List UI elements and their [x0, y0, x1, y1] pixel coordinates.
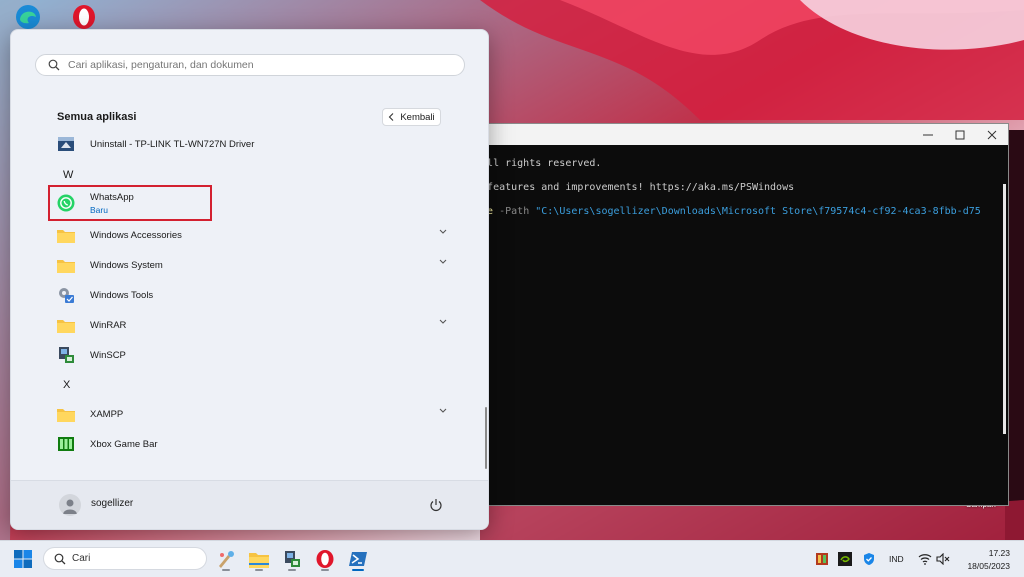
app-item-windows-system[interactable]: Windows System	[51, 252, 461, 278]
active-indicator	[352, 569, 364, 571]
minimize-button[interactable]	[912, 124, 944, 145]
taskbar-app-paint[interactable]	[213, 546, 239, 572]
all-apps-title: Semua aplikasi	[57, 111, 137, 123]
app-label: Windows Accessories	[90, 229, 182, 241]
volume-muted-icon	[936, 553, 950, 565]
taskbar-app-winscp[interactable]	[279, 546, 305, 572]
windows-tools-icon	[57, 286, 75, 304]
taskbar-app-powershell[interactable]	[345, 546, 371, 572]
app-label: Windows System	[90, 259, 163, 271]
paint-brush-icon	[219, 551, 234, 568]
xbox-game-bar-icon	[57, 435, 75, 453]
terminal-command-line: kage -Path "C:\Users\sogellizer\Download…	[469, 206, 981, 217]
tray-app-icon[interactable]	[815, 552, 829, 566]
chevron-down-icon[interactable]	[439, 229, 447, 235]
start-menu-scrollbar[interactable]	[485, 407, 487, 469]
app-item-xbox-game-bar[interactable]: Xbox Game Bar	[51, 431, 461, 457]
avatar[interactable]	[59, 494, 81, 516]
app-label: Windows Tools	[90, 289, 154, 301]
user-name[interactable]: sogellizer	[91, 498, 133, 509]
app-label: XAMPP	[90, 408, 124, 420]
chevron-down-icon[interactable]	[439, 319, 447, 325]
search-icon	[48, 59, 60, 71]
running-indicator	[255, 569, 263, 571]
edge-desktop-icon[interactable]	[15, 4, 41, 30]
power-icon	[430, 499, 442, 512]
start-search-input[interactable]: Cari aplikasi, pengaturan, dan dokumen	[35, 54, 465, 76]
running-indicator	[288, 569, 296, 571]
app-item-windows-accessories[interactable]: Windows Accessories	[51, 222, 461, 248]
back-button[interactable]: Kembali	[382, 108, 441, 126]
terminal-path-string: "C:\Users\sogellizer\Downloads\Microsoft…	[535, 206, 981, 217]
start-menu-footer: sogellizer	[11, 480, 488, 529]
opera-desktop-icon[interactable]	[71, 4, 97, 30]
tray-volume-muted[interactable]	[936, 552, 950, 566]
taskbar-app-opera[interactable]	[312, 546, 338, 572]
folder-icon	[57, 405, 75, 423]
back-button-label: Kembali	[400, 111, 435, 123]
chevron-left-icon	[389, 113, 394, 121]
windows-logo-icon	[14, 550, 32, 568]
highlight-box	[48, 185, 212, 221]
close-icon	[987, 130, 997, 139]
app-label: Uninstall - TP-LINK TL-WN727N Driver	[90, 138, 255, 150]
app-item-xampp[interactable]: XAMPP	[51, 401, 461, 427]
close-button[interactable]	[976, 124, 1008, 145]
search-icon	[54, 553, 66, 564]
app-item-winrar[interactable]: WinRAR	[51, 312, 461, 338]
folder-icon	[57, 226, 75, 244]
terminal-output[interactable]: . All rights reserved. ew features and i…	[469, 146, 996, 505]
search-placeholder: Cari aplikasi, pengaturan, dan dokumen	[68, 59, 254, 71]
letter-header-w[interactable]: W	[63, 169, 73, 181]
start-button[interactable]	[10, 546, 36, 572]
taskbar-search-label: Cari	[72, 553, 91, 564]
winscp-icon	[285, 551, 300, 567]
shield-icon	[864, 553, 874, 565]
app-label: WinRAR	[90, 319, 127, 331]
app-label: Xbox Game Bar	[90, 438, 158, 450]
app-item-uninstall-tplink[interactable]: Uninstall - TP-LINK TL-WN727N Driver	[51, 131, 461, 157]
maximize-icon	[955, 130, 965, 139]
minimize-icon	[923, 134, 933, 135]
taskbar: Cari IND 17.23 18/05/2023	[0, 540, 1024, 577]
tray-security[interactable]	[862, 552, 876, 566]
power-button[interactable]	[427, 496, 445, 514]
terminal-parameter: -Path	[493, 206, 536, 217]
opera-icon	[316, 550, 334, 568]
folder-icon	[57, 316, 75, 334]
tray-nvidia[interactable]	[838, 552, 852, 566]
clock-time[interactable]: 17.23	[989, 548, 1010, 558]
winscp-icon	[57, 346, 75, 364]
installer-icon	[57, 135, 75, 153]
chevron-down-icon[interactable]	[439, 408, 447, 414]
tray-wifi[interactable]	[918, 552, 932, 566]
user-icon	[63, 499, 77, 514]
wifi-icon	[918, 554, 932, 565]
file-explorer-icon	[249, 552, 269, 568]
running-indicator	[321, 569, 329, 571]
taskbar-search-input[interactable]: Cari	[43, 547, 207, 570]
language-indicator[interactable]: IND	[889, 554, 904, 564]
letter-header-x[interactable]: X	[63, 379, 70, 391]
terminal-titlebar[interactable]	[469, 124, 1008, 145]
bookmark-app-icon	[816, 553, 828, 565]
terminal-window[interactable]: . All rights reserved. ew features and i…	[468, 123, 1009, 506]
running-indicator	[222, 569, 230, 571]
app-item-windows-tools[interactable]: Windows Tools	[51, 282, 461, 308]
start-menu: Cari aplikasi, pengaturan, dan dokumen S…	[10, 29, 489, 530]
taskbar-app-file-explorer[interactable]	[246, 546, 272, 572]
powershell-icon	[349, 552, 367, 566]
app-label: WinSCP	[90, 349, 126, 361]
app-item-winscp[interactable]: WinSCP	[51, 342, 461, 368]
terminal-line: ew features and improvements! https://ak…	[469, 182, 795, 193]
clock-date[interactable]: 18/05/2023	[967, 561, 1010, 571]
maximize-button[interactable]	[944, 124, 976, 145]
nvidia-icon	[838, 552, 852, 566]
chevron-down-icon[interactable]	[439, 259, 447, 265]
folder-icon	[57, 256, 75, 274]
terminal-scrollbar[interactable]	[1003, 184, 1006, 434]
